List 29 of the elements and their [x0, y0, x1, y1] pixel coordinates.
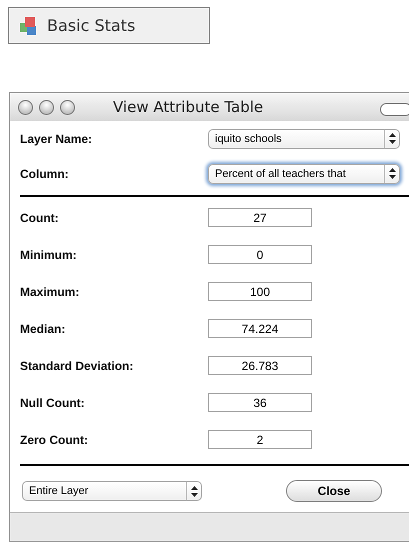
window-button-icon[interactable]: [18, 100, 33, 115]
stepper-arrows-icon: [384, 164, 399, 183]
field-label: Layer Name:: [20, 132, 94, 146]
field-label: Null Count:: [20, 396, 86, 410]
dropdown[interactable]: Percent of all teachers that: [208, 164, 400, 184]
field-label: Column:: [20, 166, 70, 181]
value-field[interactable]: 26.783: [208, 356, 312, 376]
field-label: Count:: [20, 210, 60, 225]
value-field[interactable]: 36: [208, 393, 312, 412]
value-field[interactable]: 0: [208, 245, 312, 264]
toolbar-toggle-icon[interactable]: [380, 103, 409, 116]
value-field[interactable]: 27: [208, 208, 312, 228]
dropdown[interactable]: iquito schools: [208, 128, 400, 149]
value-field[interactable]: 74.224: [208, 319, 312, 338]
field-label: Maximum:: [20, 284, 80, 299]
field-label: Standard Deviation:: [20, 358, 134, 373]
window-title: View Attribute Table: [113, 98, 264, 116]
field-label: Median:: [20, 322, 66, 336]
stepper-arrows-icon: [186, 482, 201, 500]
basic-stats-button[interactable]: Basic Stats: [8, 7, 210, 44]
stepper-arrows-icon: [384, 130, 399, 148]
close-button[interactable]: Close: [286, 480, 382, 502]
scope-dropdown[interactable]: Entire Layer: [22, 481, 202, 502]
value-field[interactable]: 2: [208, 430, 312, 450]
field-label: Zero Count:: [20, 432, 89, 447]
window-button-icon[interactable]: [60, 100, 75, 115]
window-button-icon[interactable]: [39, 100, 54, 115]
value-field[interactable]: 100: [208, 282, 312, 302]
field-label: Minimum:: [20, 248, 78, 262]
